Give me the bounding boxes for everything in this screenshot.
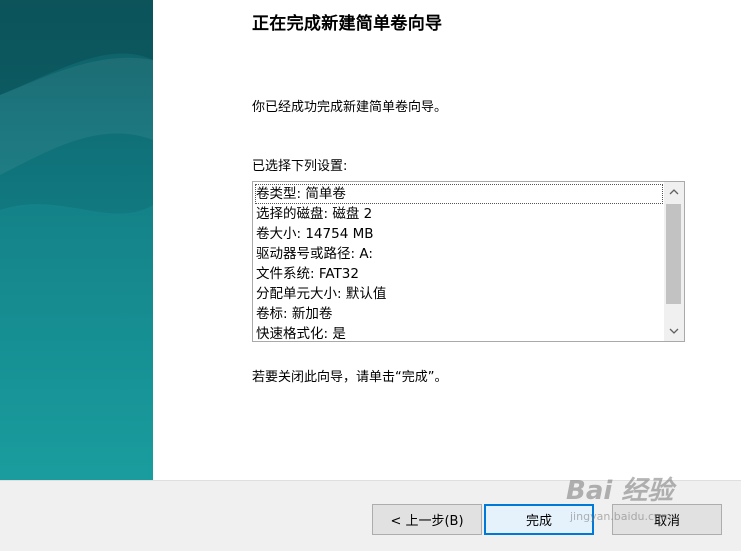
back-button[interactable]: < 上一步(B)	[372, 504, 482, 535]
settings-list: 卷类型: 简单卷 选择的磁盘: 磁盘 2 卷大小: 14754 MB 驱动器号或…	[255, 184, 663, 341]
settings-listbox[interactable]: 卷类型: 简单卷 选择的磁盘: 磁盘 2 卷大小: 14754 MB 驱动器号或…	[252, 181, 685, 342]
list-item[interactable]: 文件系统: FAT32	[255, 264, 663, 284]
scroll-down-button[interactable]	[664, 321, 684, 341]
button-bar: < 上一步(B) 完成 取消	[0, 480, 741, 551]
closing-instruction: 若要关闭此向导，请单击“完成”。	[252, 370, 448, 385]
page-title: 正在完成新建简单卷向导	[252, 14, 443, 34]
chevron-up-icon	[669, 189, 679, 195]
settings-label: 已选择下列设置:	[252, 159, 348, 174]
scroll-thumb[interactable]	[666, 204, 681, 304]
list-item[interactable]: 卷大小: 14754 MB	[255, 224, 663, 244]
cancel-button[interactable]: 取消	[612, 504, 722, 535]
chevron-down-icon	[669, 328, 679, 334]
list-item[interactable]: 分配单元大小: 默认值	[255, 284, 663, 304]
intro-text: 你已经成功完成新建简单卷向导。	[252, 100, 448, 115]
list-item[interactable]: 选择的磁盘: 磁盘 2	[255, 204, 663, 224]
wizard-side-banner	[0, 0, 153, 480]
list-item[interactable]: 驱动器号或路径: A:	[255, 244, 663, 264]
wizard-content: 正在完成新建简单卷向导 你已经成功完成新建简单卷向导。 已选择下列设置: 卷类型…	[153, 0, 741, 480]
finish-button[interactable]: 完成	[484, 504, 594, 535]
list-item[interactable]: 快速格式化: 是	[255, 324, 663, 341]
banner-wave-graphic	[0, 0, 153, 480]
scroll-up-button[interactable]	[664, 182, 684, 202]
list-item[interactable]: 卷类型: 简单卷	[255, 184, 663, 204]
list-item[interactable]: 卷标: 新加卷	[255, 304, 663, 324]
vertical-scrollbar[interactable]	[664, 182, 684, 341]
